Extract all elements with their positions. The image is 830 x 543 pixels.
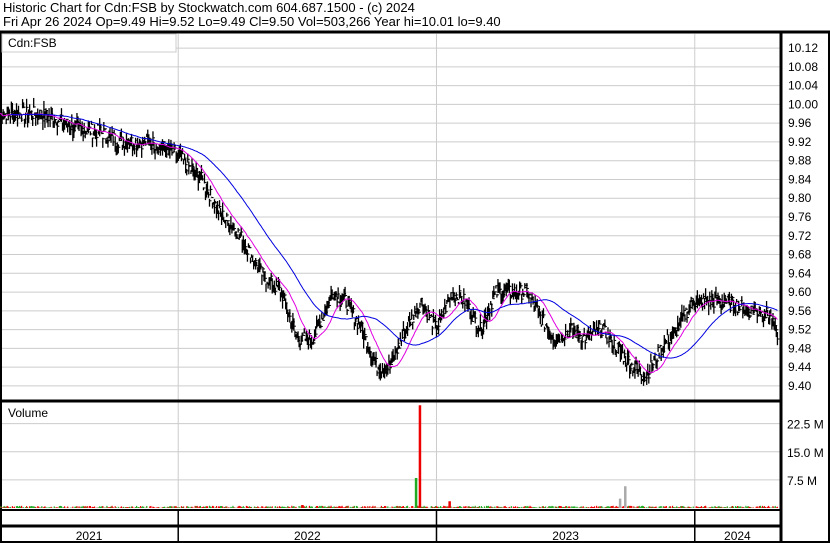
year-label: 2022	[294, 529, 321, 543]
price-tick-label: 9.72	[788, 229, 812, 243]
price-tick-label: 9.96	[788, 116, 812, 130]
volume-tick-label: 7.5 M	[787, 474, 817, 488]
volume-label: Volume	[8, 406, 48, 420]
price-tick-label: 9.80	[788, 191, 812, 205]
symbol-label: Cdn:FSB	[8, 36, 57, 50]
price-tick-label: 9.40	[788, 379, 812, 393]
price-tick-label: 10.12	[788, 41, 818, 55]
price-tick-label: 9.44	[788, 360, 812, 374]
price-tick-label: 9.60	[788, 285, 812, 299]
price-tick-label: 9.68	[788, 248, 812, 262]
price-tick-label: 9.76	[788, 210, 812, 224]
price-tick-label: 10.00	[788, 97, 818, 111]
chart-window: Historic Chart for Cdn:FSB by Stockwatch…	[0, 0, 830, 543]
price-tick-label: 9.48	[788, 341, 812, 355]
volume-tick-label: 22.5 M	[787, 418, 824, 432]
year-label: 2021	[76, 529, 103, 543]
price-tick-label: 9.64	[788, 266, 812, 280]
volume-spike	[448, 501, 451, 508]
year-label: 2024	[724, 529, 751, 543]
volume-spike	[414, 478, 418, 508]
volume-spike	[618, 498, 622, 508]
price-tick-label: 9.92	[788, 135, 812, 149]
volume-spike	[418, 405, 422, 508]
price-tick-label: 10.08	[788, 60, 818, 74]
volume-spike	[624, 486, 627, 508]
year-label: 2023	[552, 529, 579, 543]
volume-tick-label: 15.0 M	[787, 446, 824, 460]
price-tick-label: 9.56	[788, 304, 812, 318]
price-tick-label: 10.04	[788, 79, 818, 93]
price-tick-label: 9.52	[788, 323, 812, 337]
volume-spike	[301, 505, 304, 508]
price-tick-label: 9.84	[788, 172, 812, 186]
stock-chart: 10.12 10.08 10.04 10.00 9.96 9.92 9.88 9.84 9.80…	[0, 30, 830, 543]
price-tick-label: 9.88	[788, 154, 812, 168]
